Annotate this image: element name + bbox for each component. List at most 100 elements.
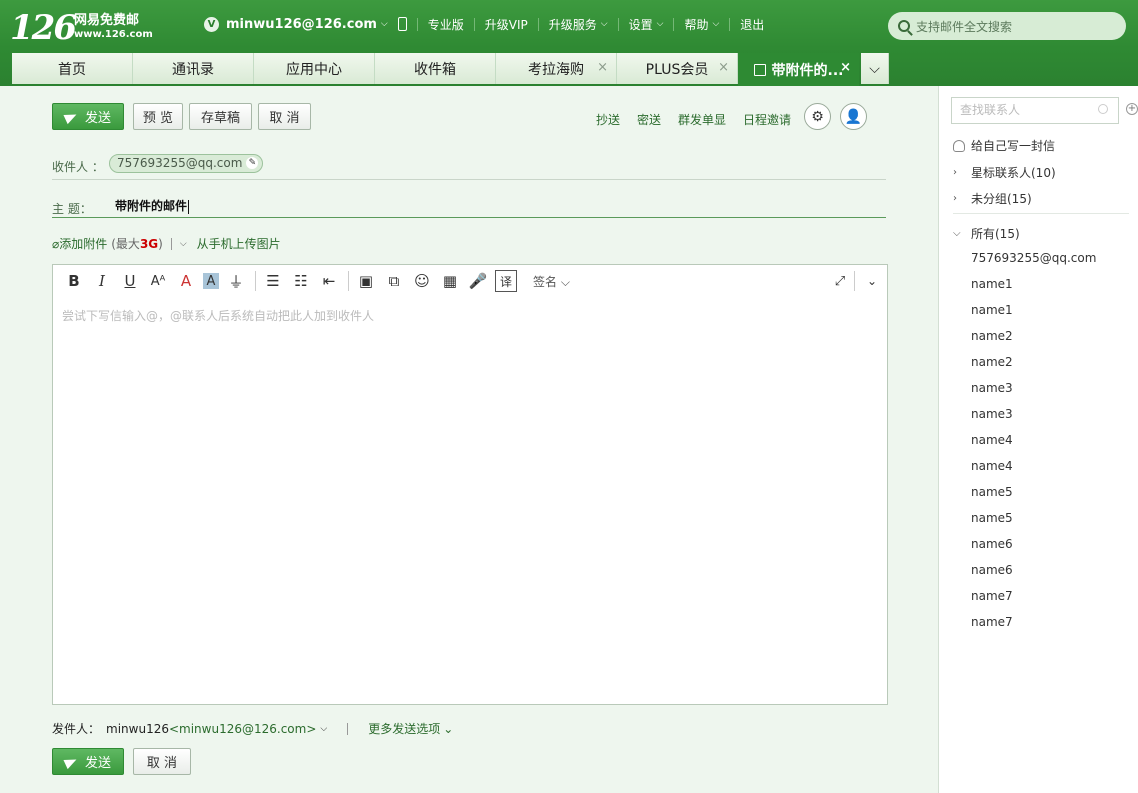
collapse-toolbar-icon[interactable]: ⌄: [861, 270, 883, 292]
recipient-chip[interactable]: 757693255@qq.com ✎: [109, 154, 264, 173]
mass-send-link[interactable]: 群发单显: [678, 111, 726, 128]
contacts-sidebar: 查找联系人 + 给自己写一封信 › 星标联系人(10) › 未分组(15) ⌵ …: [938, 86, 1138, 793]
tab-apps[interactable]: 应用中心: [254, 53, 375, 84]
close-icon[interactable]: ×: [840, 60, 851, 75]
person-icon: [953, 139, 965, 152]
contact-search-input[interactable]: 查找联系人: [951, 97, 1119, 124]
mobile-upload-link[interactable]: 从手机上传图片: [197, 235, 281, 252]
cancel-button[interactable]: 取 消: [258, 103, 311, 130]
font-size-icon[interactable]: Aᴬ: [147, 270, 169, 292]
signature-dropdown[interactable]: 签名 ⌵: [533, 273, 570, 290]
emoji-icon[interactable]: ☺: [411, 270, 433, 292]
nav-upgrade-vip[interactable]: 升级VIP: [485, 16, 528, 33]
contact-item[interactable]: name2: [971, 329, 1013, 343]
mail-search-input[interactable]: 支持邮件全文搜索: [888, 12, 1126, 40]
save-draft-button[interactable]: 存草稿: [189, 103, 252, 130]
search-icon[interactable]: [1098, 104, 1108, 114]
image-icon[interactable]: ▣: [355, 270, 377, 292]
font-color-icon[interactable]: A: [175, 270, 197, 292]
cc-link[interactable]: 抄送: [596, 111, 620, 128]
group-ungrouped[interactable]: › 未分组(15): [953, 190, 1032, 207]
cancel-button-bottom[interactable]: 取 消: [133, 748, 191, 775]
contact-item[interactable]: name4: [971, 433, 1013, 447]
tab-inbox[interactable]: 收件箱: [375, 53, 496, 84]
tab-home[interactable]: 首页: [12, 53, 133, 84]
paper-plane-icon: [63, 754, 79, 769]
close-icon[interactable]: ×: [718, 60, 729, 75]
compose-panel: 发送 预 览 存草稿 取 消 抄送 密送 群发单显 日程邀请 ⚙ 👤 收件人 ：…: [0, 86, 938, 793]
contact-item[interactable]: 757693255@qq.com: [971, 251, 1096, 265]
nav-pro[interactable]: 专业版: [428, 16, 464, 33]
bullet-list-icon[interactable]: ☷: [290, 270, 312, 292]
indent-icon[interactable]: ⇤: [318, 270, 340, 292]
nav-upgrade-service[interactable]: 升级服务: [549, 16, 597, 33]
contact-item[interactable]: name1: [971, 277, 1013, 291]
tab-contacts[interactable]: 通讯录: [133, 53, 254, 84]
contact-item[interactable]: name7: [971, 615, 1013, 629]
calendar-icon[interactable]: ▦: [439, 270, 461, 292]
translate-icon[interactable]: 译: [495, 270, 517, 292]
double-chevron-down-icon[interactable]: ⌄: [443, 722, 453, 736]
microphone-icon[interactable]: 🎤: [467, 270, 489, 292]
account-name[interactable]: minwu126@126.com: [226, 17, 377, 32]
chevron-down-icon: ⌵: [600, 19, 608, 29]
contact-item[interactable]: name6: [971, 537, 1013, 551]
tab-plus[interactable]: PLUS会员 ×: [617, 53, 738, 84]
contact-item[interactable]: name6: [971, 563, 1013, 577]
underline-icon[interactable]: U: [119, 270, 141, 292]
schedule-invite-link[interactable]: 日程邀请: [743, 111, 791, 128]
nav-logout[interactable]: 退出: [740, 16, 764, 33]
chevron-down-icon: ⌵: [656, 19, 664, 29]
mobile-icon[interactable]: [397, 17, 407, 31]
divider: [52, 179, 886, 180]
sender-address[interactable]: <minwu126@126.com>: [169, 722, 316, 736]
contact-item[interactable]: name7: [971, 589, 1013, 603]
bcc-link[interactable]: 密送: [637, 111, 661, 128]
expand-icon[interactable]: ⤢: [829, 270, 851, 292]
format-brush-icon[interactable]: ⏚: [225, 270, 247, 292]
send-button[interactable]: 发送: [52, 103, 124, 130]
italic-icon[interactable]: I: [91, 270, 113, 292]
chevron-down-icon[interactable]: ⌵: [320, 724, 327, 734]
chevron-down-icon[interactable]: ⌵: [180, 239, 187, 249]
add-contact-plus-icon[interactable]: +: [1126, 103, 1138, 115]
more-options-link[interactable]: 更多发送选项: [368, 720, 440, 737]
group-all[interactable]: ⌵ 所有(15): [953, 225, 1020, 242]
pencil-icon[interactable]: ✎: [246, 157, 259, 169]
align-left-icon[interactable]: ☰: [262, 270, 284, 292]
body-placeholder: 尝试下写信输入@，@联系人后系统自动把此人加到收件人: [62, 309, 375, 323]
tab-label: 收件箱: [414, 61, 456, 78]
chevron-down-icon[interactable]: ⌵: [381, 19, 388, 29]
contact-item[interactable]: name5: [971, 511, 1013, 525]
bold-icon[interactable]: B: [63, 270, 85, 292]
sender-name[interactable]: minwu126: [106, 722, 169, 736]
highlight-icon[interactable]: A: [203, 273, 219, 289]
nav-help[interactable]: 帮助: [684, 16, 708, 33]
write-to-self[interactable]: 给自己写一封信: [953, 137, 1055, 154]
logo[interactable]: 126 网易免费邮 www.126.com: [10, 8, 153, 48]
logo-number: 126: [10, 8, 77, 48]
screenshot-icon[interactable]: ⧉: [383, 270, 405, 292]
add-contact-icon[interactable]: 👤: [840, 103, 867, 130]
contact-item[interactable]: name5: [971, 485, 1013, 499]
add-attachment-link[interactable]: 添加附件: [59, 235, 107, 252]
group-starred[interactable]: › 星标联系人(10): [953, 164, 1056, 181]
send-button-bottom[interactable]: 发送: [52, 748, 124, 775]
subject-input[interactable]: 带附件的邮件: [115, 197, 190, 214]
contact-item[interactable]: name4: [971, 459, 1013, 473]
subject-value: 带附件的邮件: [115, 199, 188, 213]
tab-kaola[interactable]: 考拉海购 ×: [496, 53, 617, 84]
settings-gear-icon[interactable]: ⚙: [804, 103, 831, 130]
nav-settings[interactable]: 设置: [629, 16, 653, 33]
tab-more-button[interactable]: ⌵: [861, 53, 889, 84]
tab-compose[interactable]: 带附件的... ×: [738, 53, 859, 86]
preview-button[interactable]: 预 览: [133, 103, 183, 130]
contact-item[interactable]: name3: [971, 407, 1013, 421]
chevron-right-icon: ›: [953, 193, 957, 204]
contact-item[interactable]: name3: [971, 381, 1013, 395]
contact-item[interactable]: name2: [971, 355, 1013, 369]
contact-item[interactable]: name1: [971, 303, 1013, 317]
tab-label: 通讯录: [172, 61, 214, 78]
close-icon[interactable]: ×: [597, 60, 608, 75]
body-editor[interactable]: B I U Aᴬ A A ⏚ ☰ ☷ ⇤ ▣ ⧉ ☺ ▦ 🎤 译 签名 ⌵ ⤢ …: [52, 264, 888, 705]
